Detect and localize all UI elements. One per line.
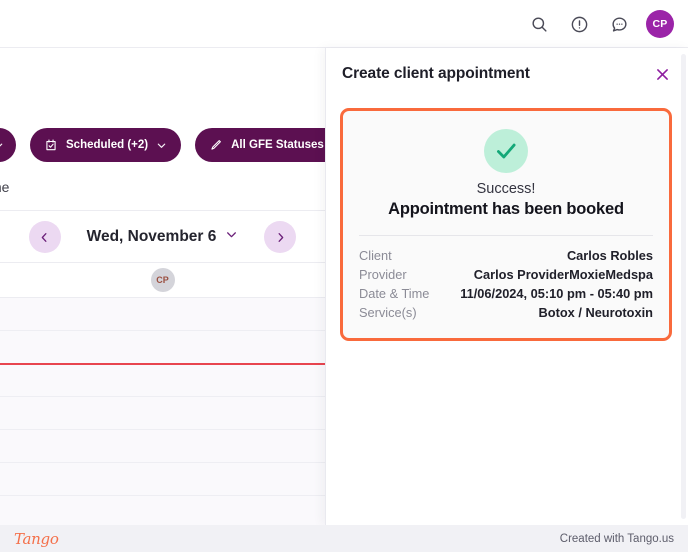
calendar-check-icon: [44, 138, 58, 152]
success-status-word: Success!: [476, 181, 536, 197]
filter-pill-scheduled[interactable]: Scheduled (+2): [30, 128, 182, 162]
detail-row-services: Service(s) Botox / Neurotoxin: [357, 303, 655, 322]
card-divider: [359, 235, 653, 236]
chat-icon[interactable]: [606, 11, 632, 37]
detail-label: Service(s): [359, 305, 417, 320]
detail-value: Carlos Robles: [566, 248, 653, 263]
panel-header: Create client appointment: [326, 48, 688, 100]
calendar-slot-row[interactable]: [0, 496, 325, 525]
detail-row-client: Client Carlos Robles: [357, 246, 655, 265]
chevron-down-icon: [225, 228, 238, 246]
detail-row-provider: Provider Carlos ProviderMoxieMedspa: [357, 265, 655, 284]
current-date[interactable]: Wed, November 6: [87, 228, 239, 246]
date-navigation: Wed, November 6: [0, 212, 325, 262]
detail-label: Provider: [359, 267, 407, 282]
alert-icon[interactable]: [566, 11, 592, 37]
top-bar: CP: [0, 0, 688, 48]
appointment-success-card: Success! Appointment has been booked Cli…: [340, 108, 672, 341]
create-appointment-panel: Create client appointment Success! Appoi…: [325, 48, 688, 525]
detail-value: Botox / Neurotoxin: [538, 305, 653, 320]
panel-title: Create client appointment: [342, 65, 530, 82]
detail-label: Date & Time: [359, 286, 430, 301]
filter-pill-row: Scheduled (+2) All GFE Statuses: [0, 128, 357, 162]
app-root: CP Scheduled (+2) All GFE Statuses e Wed…: [0, 0, 688, 552]
close-icon[interactable]: [650, 62, 674, 86]
calendar-provider-column: CP: [0, 263, 325, 297]
calendar-slot-row[interactable]: [0, 331, 325, 364]
detail-value: Carlos ProviderMoxieMedspa: [473, 267, 653, 282]
footer-credit: Created with Tango.us: [559, 532, 674, 545]
provider-avatar[interactable]: CP: [150, 268, 175, 292]
current-time-indicator: [0, 363, 325, 365]
tango-logo: Tango: [14, 529, 59, 548]
chevron-down-icon: [156, 140, 167, 151]
calendar-grid[interactable]: [0, 297, 325, 525]
filter-pill-scheduled-label: Scheduled (+2): [66, 139, 149, 151]
calendar-slot-row[interactable]: [0, 430, 325, 463]
calendar-slot-row[interactable]: [0, 397, 325, 430]
calendar-slot-row[interactable]: [0, 463, 325, 496]
pencil-icon: [209, 138, 223, 152]
chevron-down-icon: [0, 140, 4, 151]
user-avatar-initials: CP: [652, 18, 668, 30]
current-date-label: Wed, November 6: [86, 228, 217, 245]
previous-day-button[interactable]: [28, 221, 61, 253]
success-icon-wrap: [357, 129, 655, 173]
user-avatar[interactable]: CP: [646, 10, 674, 38]
filter-pill-gfe-label: All GFE Statuses: [231, 139, 324, 151]
provider-avatar-initials: CP: [156, 275, 169, 285]
top-bar-icons: CP: [526, 0, 674, 48]
detail-label: Client: [359, 248, 392, 263]
panel-scrollbar[interactable]: [681, 54, 686, 519]
footer-bar: Tango Created with Tango.us: [0, 525, 688, 552]
next-day-button[interactable]: [264, 221, 297, 253]
check-icon: [484, 129, 528, 173]
success-headline: Appointment has been booked: [388, 200, 624, 218]
filter-pill-partial[interactable]: [0, 128, 16, 162]
detail-value: 11/06/2024, 05:10 pm - 05:40 pm: [460, 286, 653, 301]
time-column-header: me: [0, 179, 10, 195]
calendar-slot-row[interactable]: [0, 298, 325, 331]
search-icon[interactable]: [526, 11, 552, 37]
calendar-slot-row[interactable]: [0, 364, 325, 397]
date-nav-divider-top: [0, 210, 325, 211]
detail-row-date-time: Date & Time 11/06/2024, 05:10 pm - 05:40…: [357, 284, 655, 303]
